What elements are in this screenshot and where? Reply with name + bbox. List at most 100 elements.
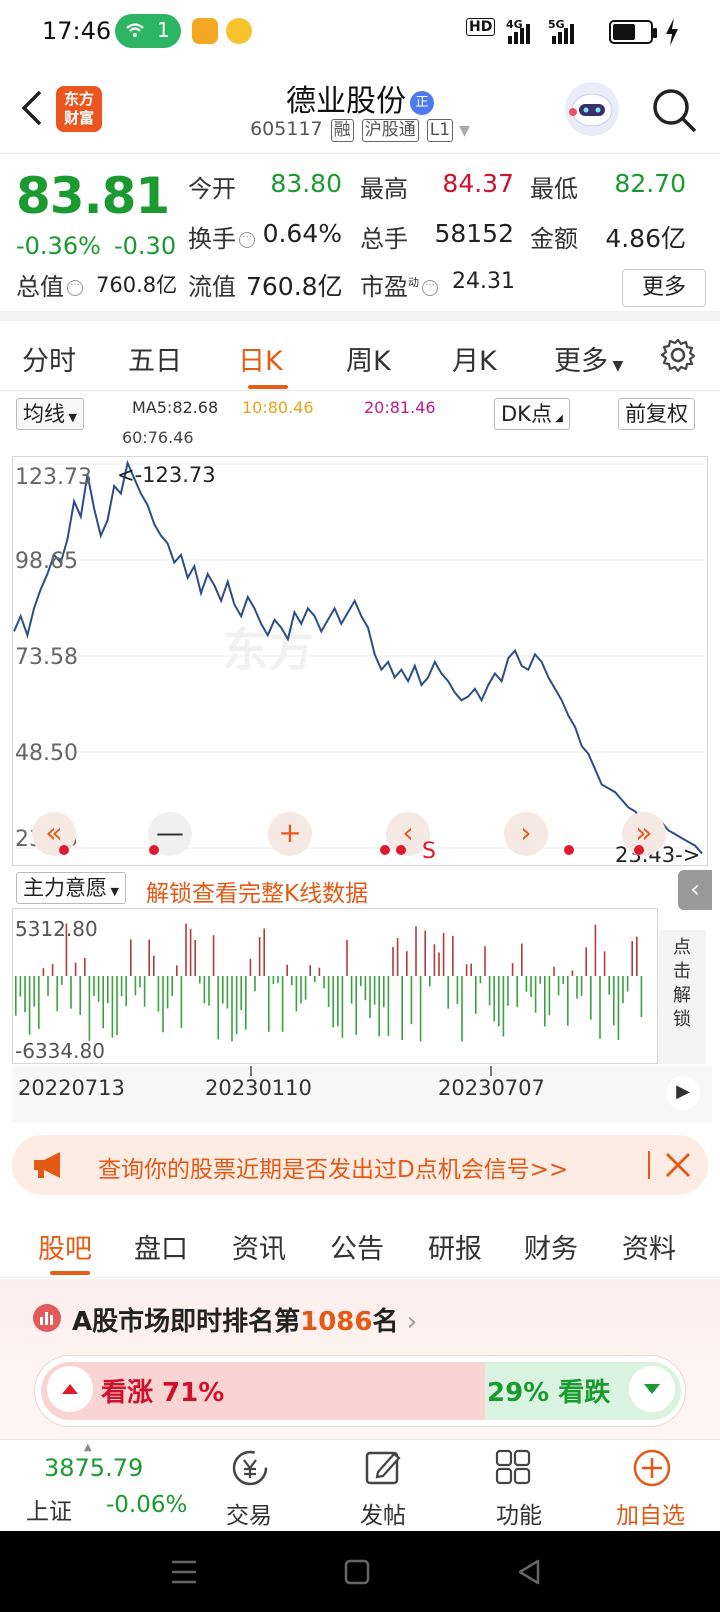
side-unlock-char: 击: [673, 961, 691, 982]
nav-trade-label: 交易: [226, 1503, 272, 1529]
home-icon[interactable]: [344, 1559, 370, 1585]
tab-more[interactable]: 更多 ▼: [554, 339, 623, 378]
ma-select[interactable]: 均线 ▼: [16, 398, 84, 430]
tab-research[interactable]: 研报: [428, 1227, 482, 1266]
banner-divider: [648, 1151, 650, 1179]
d-signal-banner[interactable]: 查询你的股票近期是否发出过D点机会信号>>: [12, 1135, 708, 1195]
close-icon[interactable]: [664, 1151, 692, 1179]
info-dots-icon[interactable]: ···: [239, 232, 255, 248]
nav-post[interactable]: 发帖: [352, 1440, 412, 1530]
flow-bar: [369, 976, 371, 1018]
banner-text: 查询你的股票近期是否发出过D点机会信号>>: [98, 1157, 569, 1183]
flow-bar: [153, 955, 155, 976]
back-triangle-icon[interactable]: [516, 1559, 542, 1585]
nav-functions[interactable]: 功能: [484, 1440, 544, 1530]
flow-bar: [424, 930, 426, 977]
flow-bar: [498, 976, 500, 1027]
collapse-arrow-icon[interactable]: ‹: [678, 870, 712, 910]
tab-guba[interactable]: 股吧: [38, 1227, 92, 1266]
mktcap-value: 760.8亿: [96, 273, 178, 297]
flow-bar: [548, 976, 551, 1016]
rank-text[interactable]: A股市场即时排名第1086名 ›: [72, 1301, 417, 1338]
flow-chart[interactable]: 5312.80 -6334.80: [12, 908, 658, 1064]
flow-bar: [281, 976, 284, 1032]
open-label: 今开: [188, 175, 236, 203]
pe-sup: 动: [408, 276, 419, 289]
yuan-trade-icon: [232, 1450, 268, 1486]
flow-bar: [42, 968, 45, 976]
flow-bar: [557, 976, 560, 996]
flow-indicator-select[interactable]: 主力意愿 ▼: [16, 872, 126, 904]
flow-bar: [291, 976, 293, 986]
tab-monthly-k[interactable]: 月K: [452, 339, 497, 378]
play-arrow-icon[interactable]: ▶: [666, 1076, 700, 1110]
price-chart[interactable]: 东方 123.7398.6573.5848.5023.43 <-123.73 2…: [12, 456, 708, 866]
rank-panel: A股市场即时排名第1086名 › 看涨 71% 29% 看跌: [0, 1279, 720, 1439]
bullish-button[interactable]: [47, 1366, 93, 1412]
unlock-kline-link[interactable]: 解锁查看完整K线数据: [146, 874, 368, 908]
flow-min-label: -6334.80: [15, 1039, 105, 1063]
flow-bar: [567, 976, 569, 1026]
side-unlock-button[interactable]: 点 击 解 锁: [658, 930, 706, 1064]
sell-signal-letter: S: [422, 840, 436, 860]
flow-indicator-row: 主力意愿 ▼ 解锁查看完整K线数据 ‹: [12, 870, 712, 910]
flow-bar: [74, 962, 77, 977]
flow-bar: [116, 976, 118, 1035]
gear-icon[interactable]: [660, 337, 696, 373]
x-tick-label: 20230707: [438, 1076, 545, 1100]
tab-intraday[interactable]: 分时: [22, 339, 76, 378]
flow-bar: [185, 923, 187, 976]
x-tick-mark: [490, 1066, 492, 1076]
flow-bar: [194, 939, 196, 976]
flow-bar: [314, 976, 316, 983]
dropdown-triangle-icon: ▼: [107, 885, 119, 898]
bearish-button[interactable]: [629, 1366, 675, 1412]
tab-five-day[interactable]: 五日: [128, 339, 182, 378]
system-nav-bar: [0, 1531, 720, 1612]
flow-bar: [51, 964, 54, 977]
flow-bar: [245, 976, 247, 1030]
flow-bar: [240, 976, 242, 1011]
add-watchlist-button[interactable]: 加自选: [612, 1440, 692, 1530]
flow-bar: [396, 938, 399, 977]
flow-bar: [360, 976, 362, 987]
search-icon[interactable]: [650, 86, 700, 136]
tab-daily-k[interactable]: 日K: [238, 339, 283, 378]
tab-news[interactable]: 资讯: [232, 1227, 286, 1266]
index-name: 上证: [26, 1499, 72, 1525]
flow-bar: [590, 976, 592, 1020]
info-dots-icon[interactable]: ···: [422, 280, 438, 296]
flow-bar: [70, 976, 72, 1009]
robot-assistant-icon[interactable]: [565, 82, 619, 136]
tab-weekly-k[interactable]: 周K: [346, 339, 391, 378]
flow-bar: [189, 928, 192, 976]
stock-name: 德业股份: [286, 84, 406, 119]
tab-finance[interactable]: 财务: [524, 1227, 578, 1266]
flow-bar: [383, 976, 385, 1008]
dk-point-select[interactable]: DK点 ◢: [494, 398, 570, 430]
info-dots-icon[interactable]: ···: [67, 280, 83, 296]
tab-order-book[interactable]: 盘口: [134, 1227, 188, 1266]
more-quote-button[interactable]: 更多: [622, 269, 706, 307]
nav-trade[interactable]: 交易: [220, 1440, 280, 1530]
flow-bar: [139, 976, 141, 988]
flow-bar: [254, 976, 256, 992]
flow-bar: [47, 976, 49, 997]
menu-icon[interactable]: [170, 1559, 198, 1585]
tag-level: L1: [426, 119, 454, 142]
amount-value: 4.86亿: [605, 224, 686, 253]
tab-announcements[interactable]: 公告: [330, 1227, 384, 1266]
adjust-mode-select[interactable]: 前复权: [618, 398, 695, 430]
pe-value: 24.31: [452, 269, 515, 294]
dropdown-triangle-icon: ▼: [608, 358, 624, 374]
megaphone-icon: [34, 1152, 60, 1178]
tab-profile[interactable]: 资料: [622, 1227, 676, 1266]
flow-bar: [208, 976, 210, 1006]
signal-dot: [564, 845, 574, 855]
index-change: -0.06%: [106, 1492, 188, 1518]
ma10-label: 10:80.46: [242, 398, 314, 417]
flow-bar: [415, 926, 417, 976]
rank-prefix: A股市场即时排名第: [72, 1307, 301, 1337]
flow-bar: [521, 943, 523, 976]
flow-bar: [442, 932, 445, 976]
